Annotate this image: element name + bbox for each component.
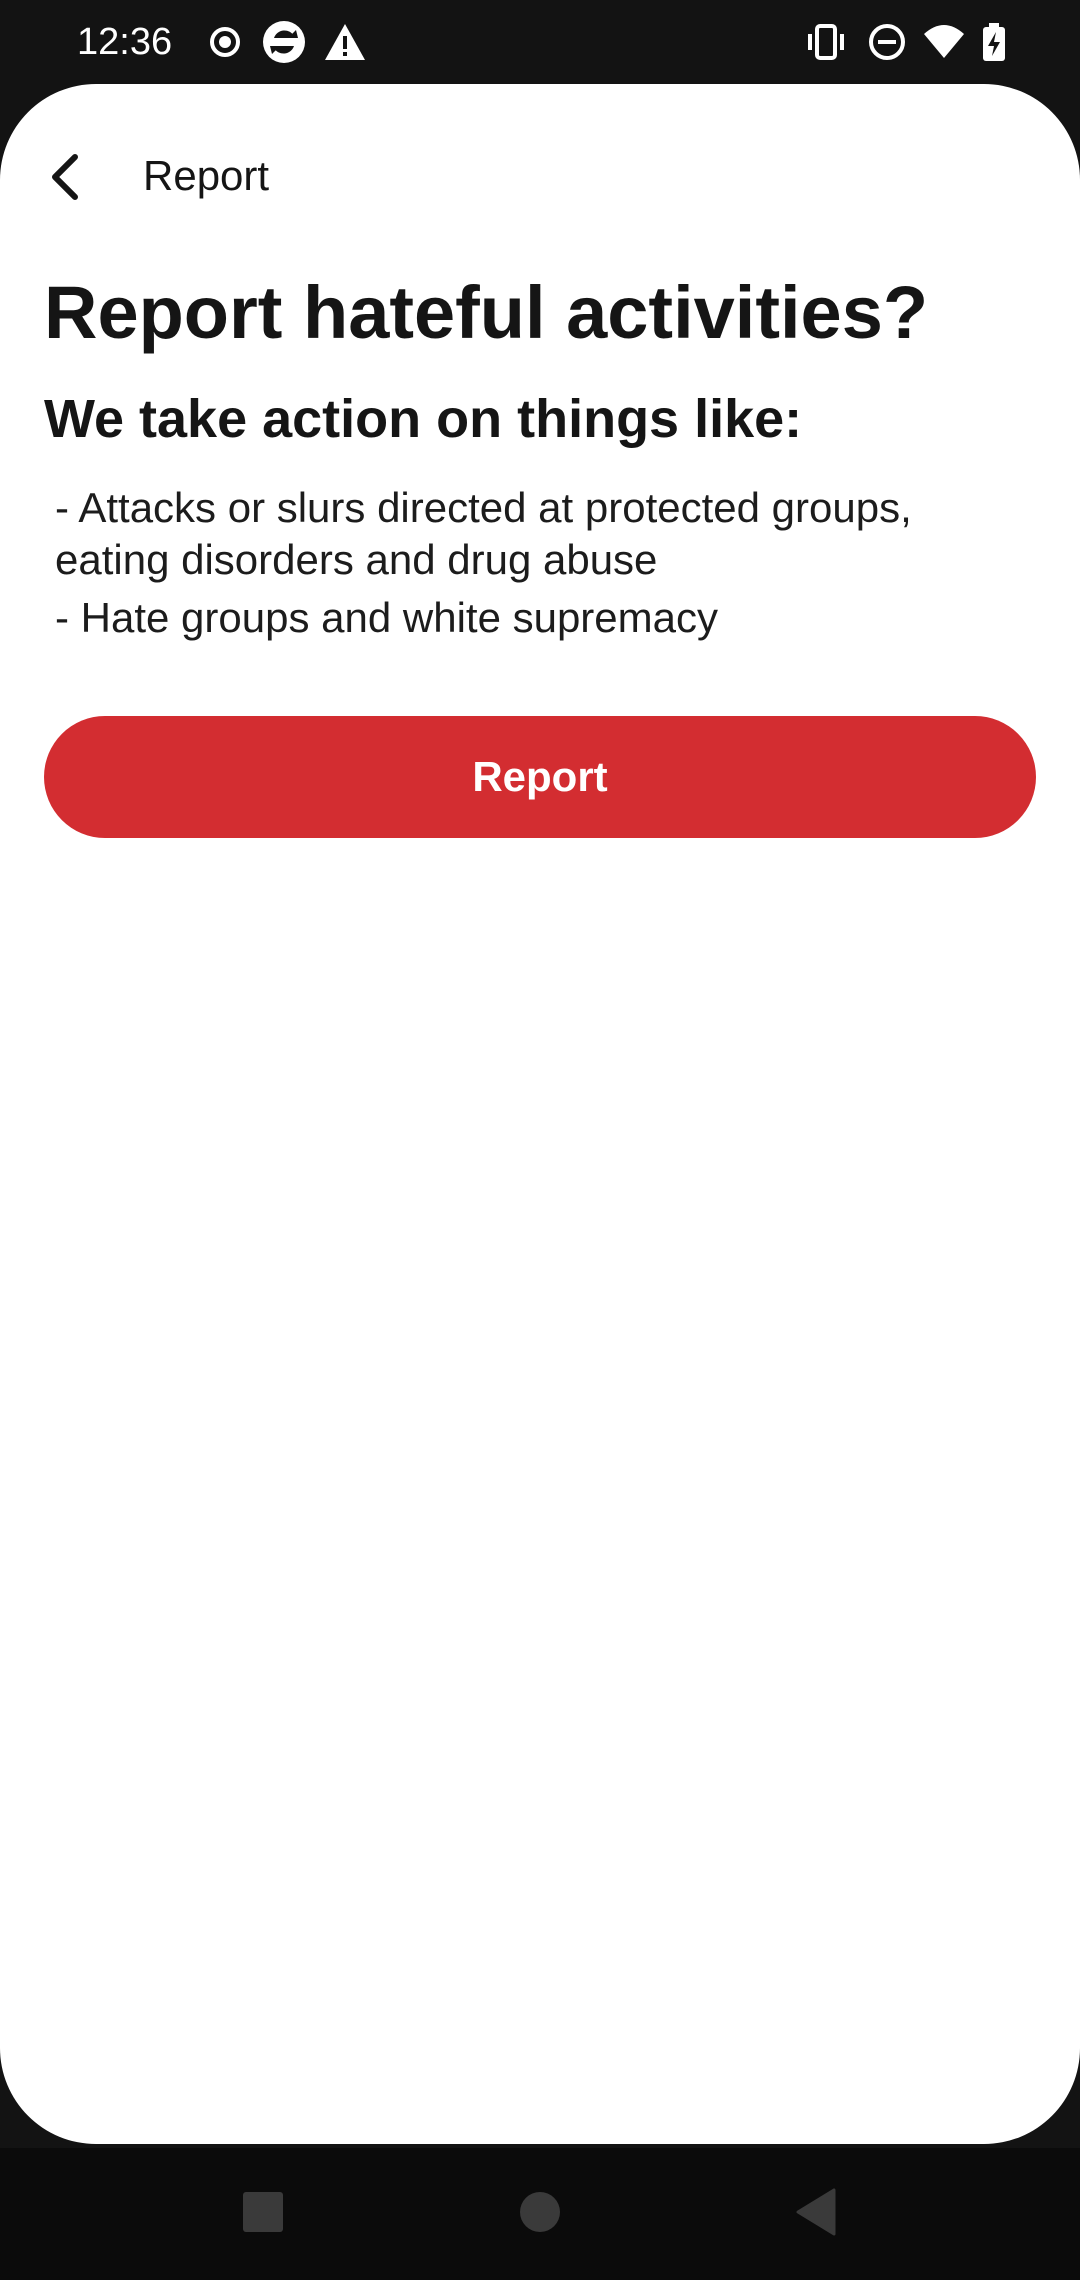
vibrate-icon (804, 20, 848, 64)
do-not-disturb-icon (865, 20, 909, 64)
back-button[interactable] (30, 144, 100, 214)
report-sheet: Report Report hateful activities? We tak… (0, 84, 1080, 2144)
home-circle-icon (518, 2190, 562, 2239)
back-nav-button[interactable] (786, 2184, 846, 2244)
recents-square-icon (241, 2190, 285, 2239)
list-item: - Attacks or slurs directed at protected… (55, 484, 912, 583)
page-heading: Report hateful activities? (44, 271, 929, 354)
sync-icon (262, 20, 306, 64)
battery-charging-icon (972, 20, 1016, 64)
record-icon (203, 20, 247, 64)
wifi-icon (922, 20, 966, 64)
back-triangle-icon (794, 2188, 838, 2241)
recents-button[interactable] (233, 2184, 293, 2244)
home-button[interactable] (510, 2184, 570, 2244)
status-bar: 12:36 (0, 0, 1080, 84)
chevron-left-icon (45, 153, 85, 206)
report-button[interactable]: Report (44, 716, 1036, 838)
policy-list: - Attacks or slurs directed at protected… (55, 482, 1015, 650)
status-time: 12:36 (77, 21, 173, 63)
navigation-bar (0, 2148, 1080, 2280)
toolbar-title: Report (143, 152, 270, 199)
list-item: - Hate groups and white supremacy (55, 594, 718, 641)
subheading: We take action on things like: (44, 389, 803, 449)
alert-icon (323, 20, 367, 64)
